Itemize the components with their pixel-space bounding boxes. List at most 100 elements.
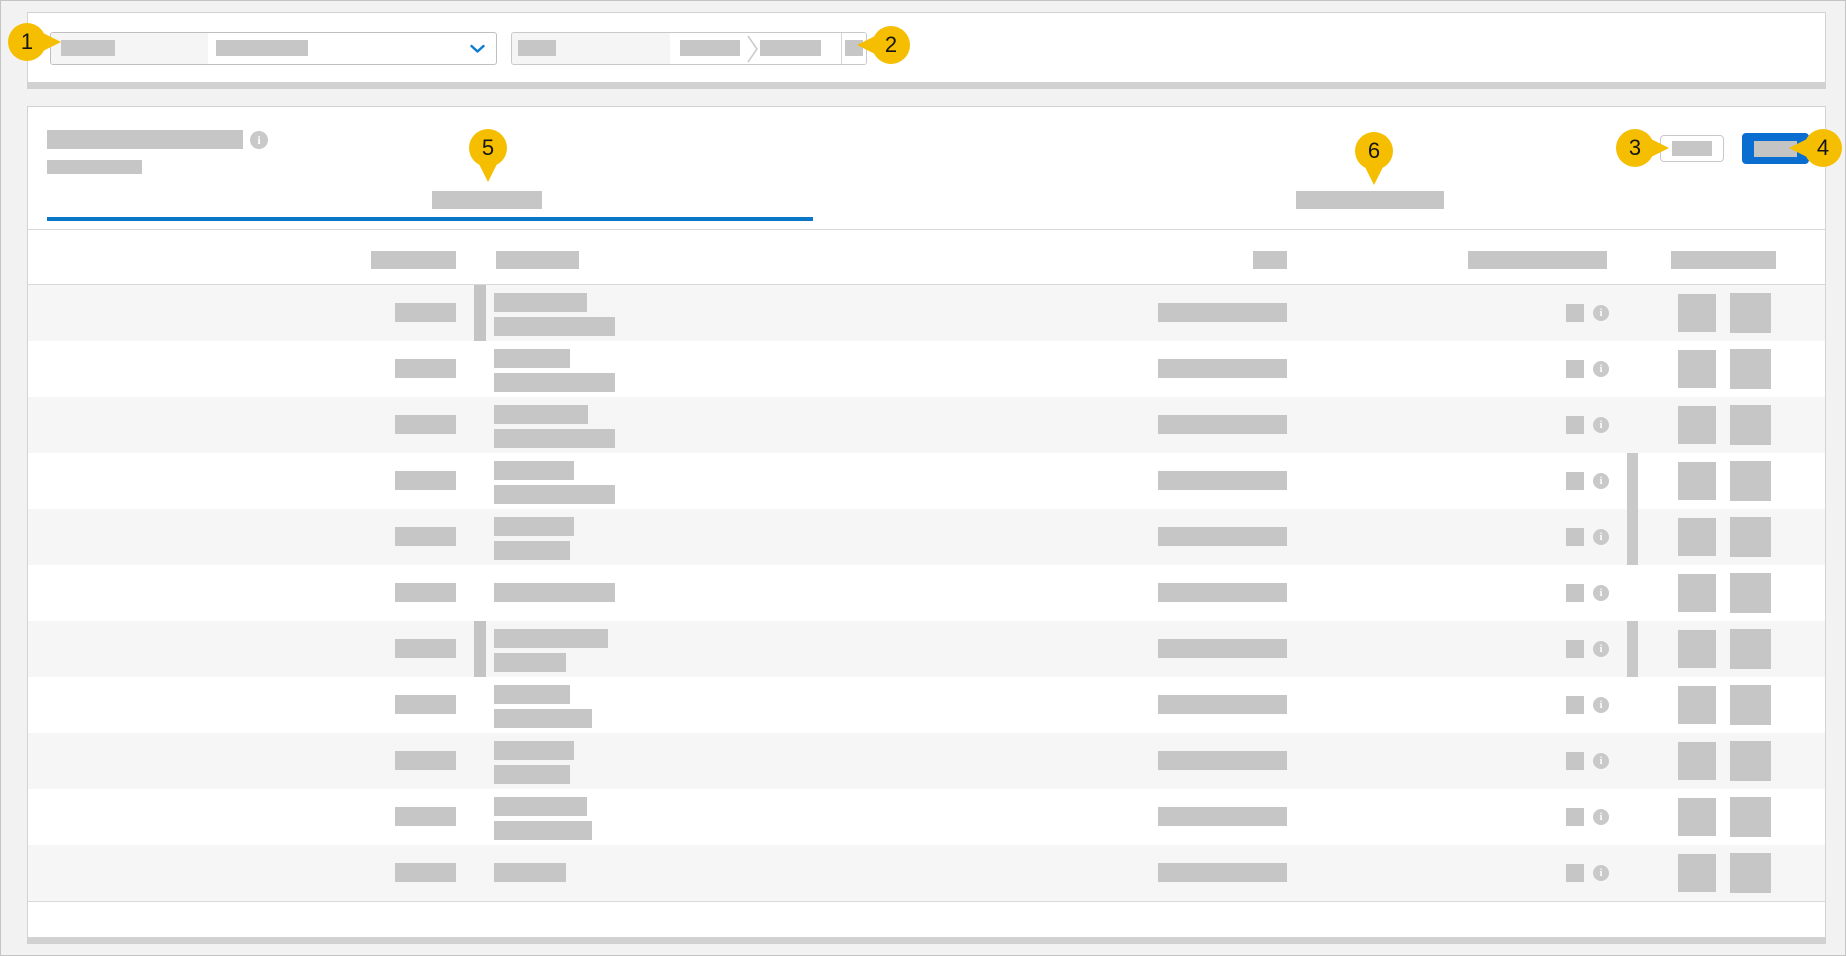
row-action-button-1[interactable]	[1678, 630, 1716, 668]
row-description-placeholder	[494, 685, 570, 704]
row-action-button-1[interactable]	[1678, 350, 1716, 388]
row-action-button-1[interactable]	[1678, 798, 1716, 836]
page-title-placeholder	[47, 130, 243, 149]
row-action-button-2[interactable]	[1730, 461, 1771, 501]
table-row[interactable]: i	[28, 285, 1825, 341]
row-info-icon[interactable]: i	[1593, 641, 1609, 657]
row-info-icon[interactable]: i	[1593, 417, 1609, 433]
row-description-placeholder	[494, 629, 608, 648]
table-row[interactable]: i	[28, 677, 1825, 733]
row-info-icon[interactable]: i	[1593, 809, 1609, 825]
row-checkbox[interactable]	[1566, 472, 1584, 490]
breadcrumb-label-placeholder	[518, 40, 556, 56]
table-row[interactable]: i	[28, 789, 1825, 845]
row-info-icon[interactable]: i	[1593, 753, 1609, 769]
tab-2[interactable]	[813, 183, 1813, 223]
row-action-button-2[interactable]	[1730, 405, 1771, 445]
table-row[interactable]: i	[28, 845, 1825, 901]
row-key-placeholder	[395, 527, 456, 546]
row-description-placeholder	[494, 317, 615, 336]
row-action-button-1[interactable]	[1678, 742, 1716, 780]
secondary-action-button[interactable]	[1660, 135, 1724, 162]
row-value-placeholder	[1158, 583, 1287, 602]
row-description-placeholder	[494, 709, 592, 728]
column-header-2-placeholder[interactable]	[496, 251, 579, 269]
callout-pin-5: 5	[469, 129, 507, 167]
panel-bottom-edge	[27, 938, 1826, 944]
row-action-button-2[interactable]	[1730, 685, 1771, 725]
row-description-placeholder	[494, 429, 615, 448]
row-checkbox[interactable]	[1566, 304, 1584, 322]
column-header-4-placeholder[interactable]	[1468, 251, 1607, 269]
row-checkbox[interactable]	[1566, 640, 1584, 658]
row-action-button-2[interactable]	[1730, 741, 1771, 781]
row-value-placeholder	[1158, 359, 1287, 378]
row-action-button-1[interactable]	[1678, 574, 1716, 612]
column-header-3-placeholder[interactable]	[1253, 251, 1287, 269]
column-header-1-placeholder[interactable]	[371, 251, 456, 269]
breadcrumb-step-1-placeholder[interactable]	[680, 40, 740, 56]
filter-select-value-placeholder	[216, 40, 308, 56]
row-action-button-2[interactable]	[1730, 573, 1771, 613]
row-checkbox[interactable]	[1566, 752, 1584, 770]
row-action-button-1[interactable]	[1678, 462, 1716, 500]
row-checkbox[interactable]	[1566, 696, 1584, 714]
row-checkbox[interactable]	[1566, 416, 1584, 434]
filter-select[interactable]	[50, 32, 497, 65]
row-key-placeholder	[395, 303, 456, 322]
row-action-button-2[interactable]	[1730, 517, 1771, 557]
row-description-placeholder	[494, 485, 615, 504]
row-checkbox[interactable]	[1566, 808, 1584, 826]
row-action-button-1[interactable]	[1678, 294, 1716, 332]
row-key-placeholder	[395, 583, 456, 602]
callout-pin-1: 1	[8, 23, 46, 61]
row-description-placeholder	[494, 461, 574, 480]
row-checkbox[interactable]	[1566, 864, 1584, 882]
callout-5-number: 5	[482, 135, 494, 161]
table-row[interactable]: i	[28, 453, 1825, 509]
row-action-button-1[interactable]	[1678, 518, 1716, 556]
table-row[interactable]: i	[28, 565, 1825, 621]
callout-2-number: 2	[885, 32, 897, 58]
row-checkbox[interactable]	[1566, 360, 1584, 378]
table-row[interactable]: i	[28, 397, 1825, 453]
filter-select-label-area	[51, 33, 208, 64]
row-info-icon[interactable]: i	[1593, 361, 1609, 377]
row-info-icon[interactable]: i	[1593, 529, 1609, 545]
table-row[interactable]: i	[28, 733, 1825, 789]
row-checkbox[interactable]	[1566, 528, 1584, 546]
row-value-placeholder	[1158, 751, 1287, 770]
table-row[interactable]: i	[28, 341, 1825, 397]
row-action-button-2[interactable]	[1730, 797, 1771, 837]
title-info-icon[interactable]: i	[250, 131, 268, 149]
breadcrumb-label-area	[512, 33, 670, 64]
callout-4-number: 4	[1817, 135, 1829, 161]
row-action-button-2[interactable]	[1730, 349, 1771, 389]
row-action-button-2[interactable]	[1730, 293, 1771, 333]
row-key-placeholder	[395, 471, 456, 490]
row-action-button-2[interactable]	[1730, 853, 1771, 893]
row-checkbox[interactable]	[1566, 584, 1584, 602]
row-key-placeholder	[395, 695, 456, 714]
row-action-button-1[interactable]	[1678, 854, 1716, 892]
row-value-placeholder	[1158, 415, 1287, 434]
column-header-5-placeholder[interactable]	[1671, 251, 1776, 269]
row-action-button-1[interactable]	[1678, 406, 1716, 444]
row-info-icon[interactable]: i	[1593, 585, 1609, 601]
table-row[interactable]: i	[28, 621, 1825, 677]
row-info-icon[interactable]: i	[1593, 473, 1609, 489]
row-info-icon[interactable]: i	[1593, 305, 1609, 321]
row-accent-bar	[474, 621, 486, 677]
row-key-placeholder	[395, 639, 456, 658]
row-action-button-2[interactable]	[1730, 629, 1771, 669]
row-description-placeholder	[494, 405, 588, 424]
row-info-icon[interactable]: i	[1593, 697, 1609, 713]
row-value-placeholder	[1158, 471, 1287, 490]
breadcrumb-control[interactable]	[511, 32, 867, 65]
breadcrumb-step-2-placeholder[interactable]	[760, 40, 821, 56]
callout-pin-2: 2	[872, 26, 910, 64]
row-description-placeholder	[494, 741, 574, 760]
row-action-button-1[interactable]	[1678, 686, 1716, 724]
table-row[interactable]: i	[28, 509, 1825, 565]
row-info-icon[interactable]: i	[1593, 865, 1609, 881]
